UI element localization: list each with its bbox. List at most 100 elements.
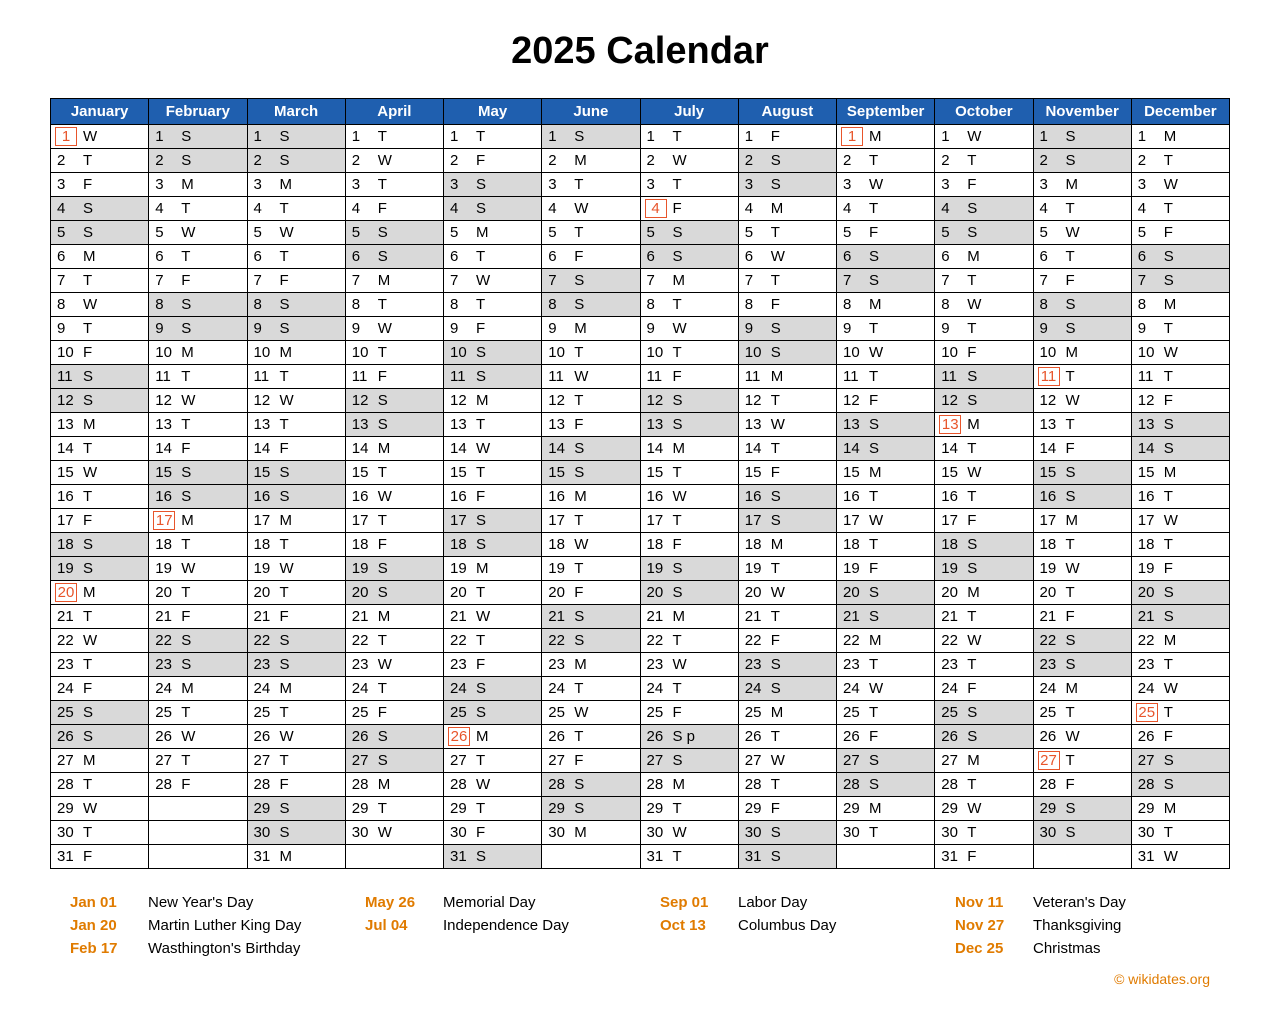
day-of-week: S: [476, 536, 537, 553]
day-of-week: T: [378, 344, 439, 361]
day-number: 2: [645, 152, 667, 169]
day-cell: 8T: [345, 293, 443, 317]
day-number: 9: [743, 320, 765, 337]
day-cell: 6M: [51, 245, 149, 269]
day-number: 18: [153, 536, 175, 553]
day-of-week: M: [83, 248, 144, 265]
day-of-week: T: [771, 392, 832, 409]
day-number: 13: [1136, 416, 1158, 433]
day-number: 6: [448, 248, 470, 265]
day-number: 19: [153, 560, 175, 577]
day-cell: 31F: [51, 845, 149, 869]
day-number: 4: [546, 200, 568, 217]
day-cell: 18S: [51, 533, 149, 557]
day-of-week: T: [673, 512, 734, 529]
day-of-week: M: [476, 224, 537, 241]
day-of-week: S: [869, 272, 930, 289]
day-cell: 7S: [1131, 269, 1229, 293]
day-cell: 26W: [1033, 725, 1131, 749]
day-number: 18: [1038, 536, 1060, 553]
day-of-week: T: [280, 584, 341, 601]
day-cell: 8M: [1131, 293, 1229, 317]
holiday-date: May 26: [365, 894, 425, 911]
day-number: 19: [1136, 560, 1158, 577]
day-number: 19: [841, 560, 863, 577]
day-cell: 14T: [738, 437, 836, 461]
day-of-week: T: [1164, 656, 1225, 673]
day-of-week: W: [1066, 392, 1127, 409]
day-number: 16: [350, 488, 372, 505]
day-cell: 20T: [1033, 581, 1131, 605]
day-number: 31: [939, 848, 961, 865]
day-number: 23: [350, 656, 372, 673]
day-of-week: T: [574, 560, 635, 577]
holiday-row: Dec 25Christmas: [955, 940, 1210, 957]
day-cell: 25F: [345, 701, 443, 725]
day-of-week: S: [280, 152, 341, 169]
day-of-week: S: [181, 464, 242, 481]
day-cell: 2W: [640, 149, 738, 173]
day-number: 17: [153, 511, 175, 530]
day-of-week: F: [771, 632, 832, 649]
day-of-week: T: [1164, 824, 1225, 841]
day-number: 29: [743, 800, 765, 817]
day-cell: 17M: [149, 509, 247, 533]
day-of-week: T: [574, 224, 635, 241]
day-cell: [345, 845, 443, 869]
day-cell: 21W: [444, 605, 542, 629]
day-cell: 22F: [738, 629, 836, 653]
day-cell: 8T: [444, 293, 542, 317]
day-number: 14: [939, 440, 961, 457]
day-number: 12: [55, 392, 77, 409]
day-number: 23: [743, 656, 765, 673]
day-of-week: M: [476, 728, 537, 745]
day-number: 5: [1136, 224, 1158, 241]
day-cell: 9T: [1131, 317, 1229, 341]
day-of-week: S: [181, 656, 242, 673]
day-cell: 10T: [640, 341, 738, 365]
day-cell: 17W: [837, 509, 935, 533]
day-cell: 13T: [1033, 413, 1131, 437]
day-number: 24: [153, 680, 175, 697]
day-cell: 14F: [149, 437, 247, 461]
day-cell: 4T: [149, 197, 247, 221]
day-of-week: W: [967, 128, 1028, 145]
day-cell: 26T: [542, 725, 640, 749]
day-of-week: T: [771, 728, 832, 745]
day-number: 15: [252, 464, 274, 481]
day-cell: 12F: [1131, 389, 1229, 413]
day-cell: 16S: [738, 485, 836, 509]
day-number: 19: [1038, 560, 1060, 577]
day-of-week: S: [476, 344, 537, 361]
day-of-week: S: [83, 368, 144, 385]
day-number: 21: [546, 608, 568, 625]
day-of-week: W: [771, 584, 832, 601]
day-cell: 19S: [345, 557, 443, 581]
day-of-week: S: [574, 464, 635, 481]
day-cell: 21M: [345, 605, 443, 629]
day-cell: 15T: [345, 461, 443, 485]
day-number: 4: [350, 200, 372, 217]
day-cell: 2T: [1131, 149, 1229, 173]
day-cell: 12W: [149, 389, 247, 413]
day-cell: 5S: [935, 221, 1033, 245]
day-of-week: W: [673, 824, 734, 841]
day-number: 27: [743, 752, 765, 769]
day-number: 29: [448, 800, 470, 817]
day-cell: 6T: [149, 245, 247, 269]
day-of-week: W: [771, 752, 832, 769]
day-number: 1: [939, 128, 961, 145]
day-of-week: M: [967, 416, 1028, 433]
day-number: 14: [350, 440, 372, 457]
day-number: 21: [1136, 608, 1158, 625]
day-of-week: T: [869, 200, 930, 217]
day-cell: 29S: [542, 797, 640, 821]
day-cell: 6T: [1033, 245, 1131, 269]
holiday-row: Feb 17Wasthington's Birthday: [70, 940, 325, 957]
day-cell: 6W: [738, 245, 836, 269]
day-of-week: F: [378, 704, 439, 721]
day-of-week: M: [967, 752, 1028, 769]
day-number: 9: [546, 320, 568, 337]
day-number: 8: [153, 296, 175, 313]
day-cell: 15M: [837, 461, 935, 485]
